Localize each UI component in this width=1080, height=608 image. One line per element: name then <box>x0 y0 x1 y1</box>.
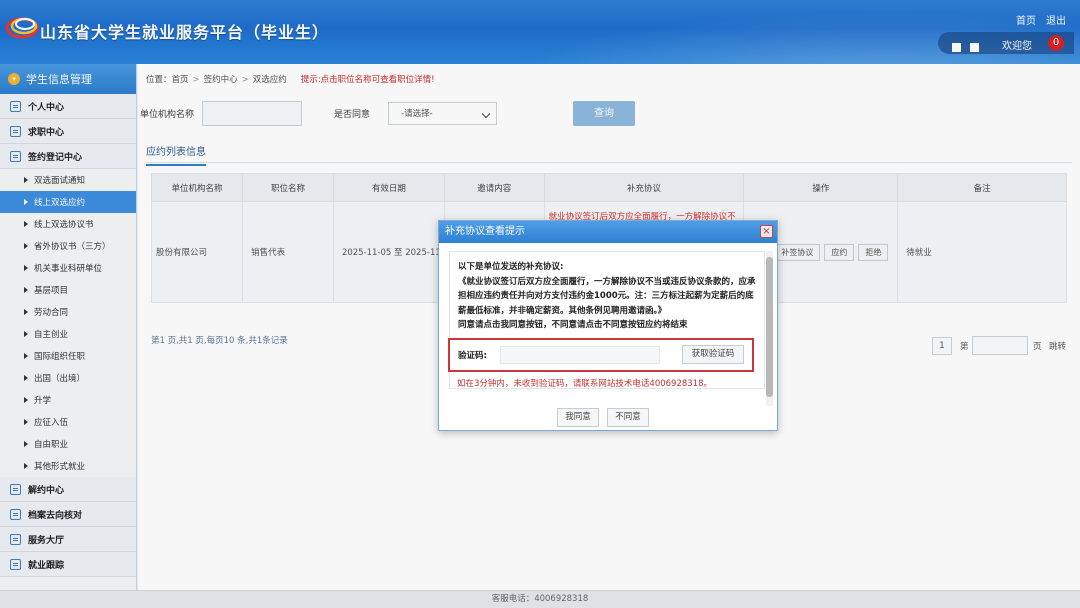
agreement-instruction: 同意请点击我同意按钮，不同意请点击不同意按钮应约将结束 <box>458 320 688 330</box>
dialog-scrollbar[interactable] <box>766 251 773 406</box>
verification-code-row: 验证码: 获取验证码 <box>448 338 754 372</box>
code-help-note: 如在3分钟内，未收到验证码，请联系网站技术电话4006928318。 <box>457 379 712 389</box>
dialog-title: 补充协议查看提示 <box>439 221 777 243</box>
scrollbar-thumb[interactable] <box>766 257 773 397</box>
get-code-button[interactable]: 获取验证码 <box>682 345 744 364</box>
agree-button[interactable]: 我同意 <box>557 408 599 427</box>
agreement-intro: 以下是单位发送的补充协议: <box>458 262 564 272</box>
verification-code-label: 验证码: <box>458 351 487 361</box>
agreement-content: 《就业协议签订后双方应全面履行，一方解除协议不当或违反协议条款的，应承担相应违约… <box>458 276 756 316</box>
disagree-button[interactable]: 不同意 <box>607 408 649 427</box>
verification-code-input[interactable] <box>500 346 660 364</box>
supplement-dialog: 补充协议查看提示 × 以下是单位发送的补充协议: 《就业协议签订后双方应全面履行… <box>438 220 778 431</box>
close-icon[interactable]: × <box>760 225 773 238</box>
agreement-text: 以下是单位发送的补充协议: 《就业协议签订后双方应全面履行，一方解除协议不当或违… <box>458 260 758 333</box>
